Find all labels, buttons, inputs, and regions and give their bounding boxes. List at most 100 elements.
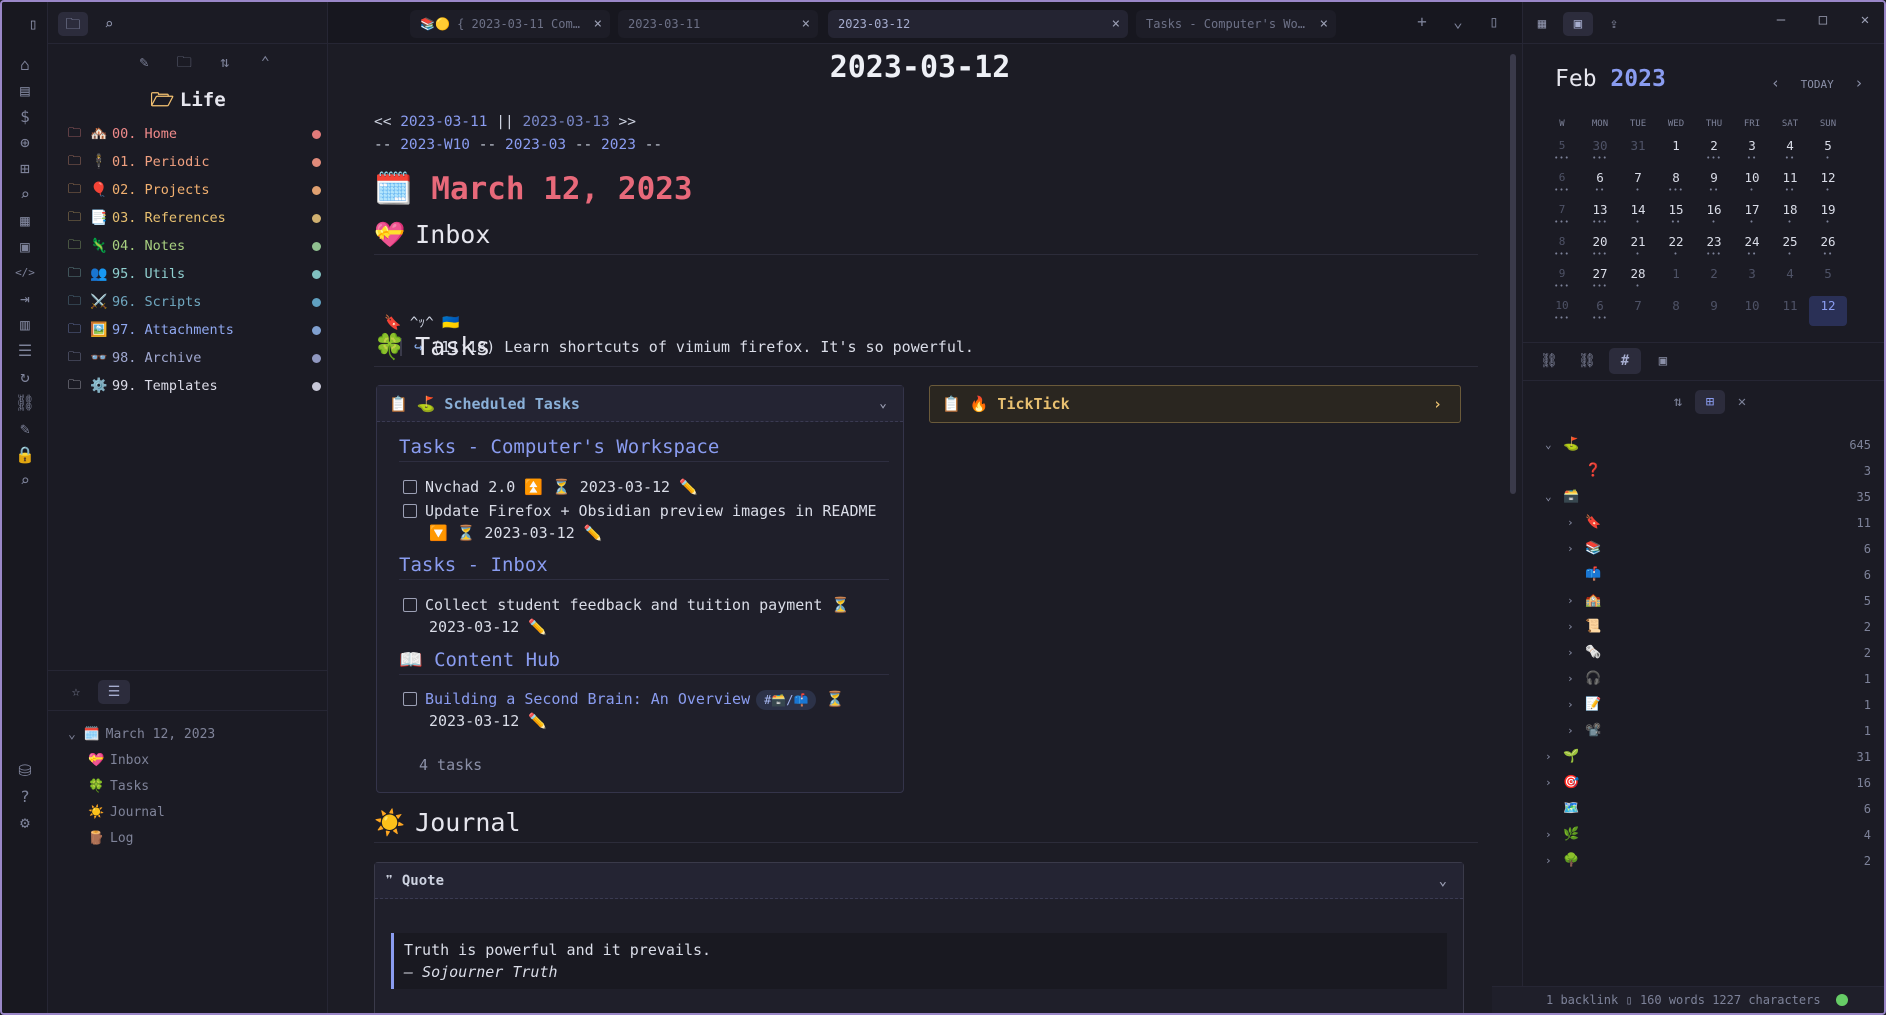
calendar-day[interactable]: 4 bbox=[1771, 264, 1809, 284]
scheduled-tasks-header[interactable]: 📋 ⛳ Scheduled Tasks ⌄ bbox=[377, 386, 903, 422]
calendar-icon[interactable]: ▣ bbox=[14, 236, 36, 258]
calendar-day[interactable]: 19 bbox=[1809, 200, 1847, 220]
task-checkbox[interactable] bbox=[403, 504, 417, 518]
week-number[interactable]: 8 bbox=[1543, 232, 1581, 252]
tab-list-icon[interactable]: ⌄ bbox=[1440, 12, 1476, 31]
calendar-day[interactable]: 20 bbox=[1581, 232, 1619, 252]
chevron-right-icon[interactable]: › bbox=[1567, 692, 1574, 718]
folder-item[interactable]: 🗀 🎈 02. Projects bbox=[64, 176, 326, 204]
backlink-count[interactable]: 1 backlink bbox=[1546, 993, 1618, 1007]
new-folder-icon[interactable]: 🗀 bbox=[168, 52, 200, 77]
tab-tasks-computer-workspace[interactable]: Tasks - Computer's Wo… × bbox=[1136, 10, 1336, 38]
calendar-day[interactable]: 25 bbox=[1771, 232, 1809, 252]
week-number[interactable]: 7 bbox=[1543, 200, 1581, 220]
folder-item[interactable]: 🗀 👓 98. Archive bbox=[64, 344, 326, 372]
tag-tree-item[interactable]: ❓ 3 bbox=[1523, 458, 1884, 484]
export-icon[interactable]: ⇪ bbox=[1599, 12, 1629, 36]
maximize-icon[interactable]: □ bbox=[1802, 12, 1844, 28]
chevron-right-icon[interactable]: › bbox=[1567, 510, 1574, 536]
vault-title[interactable]: 🗁 Life bbox=[48, 86, 328, 118]
calendar-day[interactable]: 5 bbox=[1809, 264, 1847, 284]
week-number[interactable]: 5 bbox=[1543, 136, 1581, 156]
calendar-day[interactable]: 27 bbox=[1581, 264, 1619, 284]
calendar-day[interactable]: 18 bbox=[1771, 200, 1809, 220]
calendar-day[interactable]: 1 bbox=[1657, 136, 1695, 156]
next-day-link[interactable]: 2023-03-13 bbox=[522, 114, 609, 130]
chevron-left-icon[interactable]: ‹ bbox=[1771, 74, 1780, 92]
task-checkbox[interactable] bbox=[403, 598, 417, 612]
search-icon[interactable]: ⌕ bbox=[14, 184, 36, 206]
close-icon[interactable]: × bbox=[594, 10, 602, 38]
code-icon[interactable]: </> bbox=[14, 262, 36, 284]
settings-icon[interactable]: ⚙ bbox=[14, 812, 36, 834]
chevron-right-icon[interactable]: › bbox=[1567, 718, 1574, 744]
sidebar-toggle-icon[interactable]: ▯ bbox=[18, 12, 48, 36]
tree-view-icon[interactable]: ⊞ bbox=[1695, 390, 1725, 414]
task-checkbox[interactable] bbox=[403, 692, 417, 706]
chevron-right-icon[interactable]: › bbox=[1545, 744, 1552, 770]
calendar-day[interactable]: 23 bbox=[1695, 232, 1733, 252]
zoom-icon[interactable]: ⌕ bbox=[14, 470, 36, 492]
sort-icon[interactable]: ⇅ bbox=[1663, 390, 1693, 414]
sync-status-icon[interactable] bbox=[1835, 994, 1848, 1006]
calendar-tab-icon[interactable]: ▣ bbox=[1563, 12, 1593, 36]
close-icon[interactable]: × bbox=[802, 10, 810, 38]
calendar-day[interactable]: 9 bbox=[1695, 168, 1733, 188]
tag-tree-item[interactable]: › 📚 6 bbox=[1523, 536, 1884, 562]
calendar-day[interactable]: 14 bbox=[1619, 200, 1657, 220]
backlinks-tab-icon[interactable]: ⛓ bbox=[1533, 348, 1565, 374]
calendar-day[interactable]: 31 bbox=[1619, 136, 1657, 156]
chevron-down-icon[interactable]: ⌄ bbox=[879, 386, 887, 422]
tag-tree-item[interactable]: › 🌳 2 bbox=[1523, 848, 1884, 874]
tag-tree-item[interactable]: 📫 6 bbox=[1523, 562, 1884, 588]
folder-item[interactable]: 🗀 🏘️ 00. Home bbox=[64, 120, 326, 148]
task-tag[interactable]: #🗃️/📫 bbox=[756, 690, 817, 710]
folder-item[interactable]: 🗀 🦎 04. Notes bbox=[64, 232, 326, 260]
dollar-icon[interactable]: $ bbox=[14, 106, 36, 128]
calendar-day[interactable]: 10 bbox=[1733, 168, 1771, 188]
calendar-panel-tab-icon[interactable]: ▣ bbox=[1647, 348, 1679, 374]
calendar-day[interactable]: 11 bbox=[1771, 168, 1809, 188]
calendar-day[interactable]: 21 bbox=[1619, 232, 1657, 252]
calendar-day[interactable]: 28 bbox=[1619, 264, 1657, 284]
calendar-day[interactable]: 2 bbox=[1695, 264, 1733, 284]
chevron-right-icon[interactable]: › bbox=[1567, 640, 1574, 666]
outline-item[interactable]: ☀️ Journal bbox=[68, 800, 215, 826]
bookmarks-tab-icon[interactable]: ☆ bbox=[60, 680, 92, 704]
outline-item[interactable]: ⌄ 🗓️ March 12, 2023 bbox=[68, 722, 215, 748]
right-sidebar-toggle-icon[interactable]: ▯ bbox=[1476, 12, 1512, 31]
calendar-day[interactable]: 15 bbox=[1657, 200, 1695, 220]
outline-item[interactable]: 🍀 Tasks bbox=[68, 774, 215, 800]
chevron-down-icon[interactable]: ⌄ bbox=[1439, 863, 1447, 899]
week-number[interactable]: 6 bbox=[1543, 168, 1581, 188]
tab-2023-03-11-computer[interactable]: 📚🟡 { 2023-03-11 Com… × bbox=[410, 10, 610, 38]
calendar-day[interactable]: 9 bbox=[1695, 296, 1733, 316]
calendar-day[interactable]: 17 bbox=[1733, 200, 1771, 220]
search-tab-icon[interactable]: ⌕ bbox=[94, 12, 124, 36]
link-icon[interactable]: ⛓ bbox=[14, 392, 36, 414]
close-icon[interactable]: × bbox=[1112, 10, 1120, 38]
prev-day-link[interactable]: 2023-03-11 bbox=[400, 114, 487, 130]
outgoing-links-tab-icon[interactable]: ⛓ bbox=[1571, 348, 1603, 374]
tag-tree-item[interactable]: 🗺️ 6 bbox=[1523, 796, 1884, 822]
chevron-down-icon[interactable]: ⌄ bbox=[1545, 484, 1552, 510]
tag-tree-item[interactable]: › 🌿 4 bbox=[1523, 822, 1884, 848]
calendar-day[interactable]: 24 bbox=[1733, 232, 1771, 252]
chevron-right-icon[interactable]: › bbox=[1567, 666, 1574, 692]
task-checkbox[interactable] bbox=[403, 480, 417, 494]
calendar-day[interactable]: 4 bbox=[1771, 136, 1809, 156]
calendar-day[interactable]: 3 bbox=[1733, 136, 1771, 156]
outline-tab-icon[interactable]: ☰ bbox=[98, 680, 130, 704]
folder-item[interactable]: 🗀 ⚔️ 96. Scripts bbox=[64, 288, 326, 316]
outline-item[interactable]: 🪵 Log bbox=[68, 826, 215, 852]
calendar-day[interactable]: 26 bbox=[1809, 232, 1847, 252]
calendar-day[interactable]: 10 bbox=[1733, 296, 1771, 316]
plus-circle-icon[interactable]: ⊕ bbox=[14, 132, 36, 154]
tag-tree-item[interactable]: › 🌱 31 bbox=[1523, 744, 1884, 770]
tag-tree-item[interactable]: › 🎧 1 bbox=[1523, 666, 1884, 692]
calendar-day[interactable]: 8 bbox=[1657, 168, 1695, 188]
month-link[interactable]: 2023-03 bbox=[505, 137, 566, 153]
refresh-icon[interactable]: ↻ bbox=[14, 366, 36, 388]
chevron-right-icon[interactable]: › bbox=[1545, 770, 1552, 796]
chevron-right-icon[interactable]: › bbox=[1567, 614, 1574, 640]
